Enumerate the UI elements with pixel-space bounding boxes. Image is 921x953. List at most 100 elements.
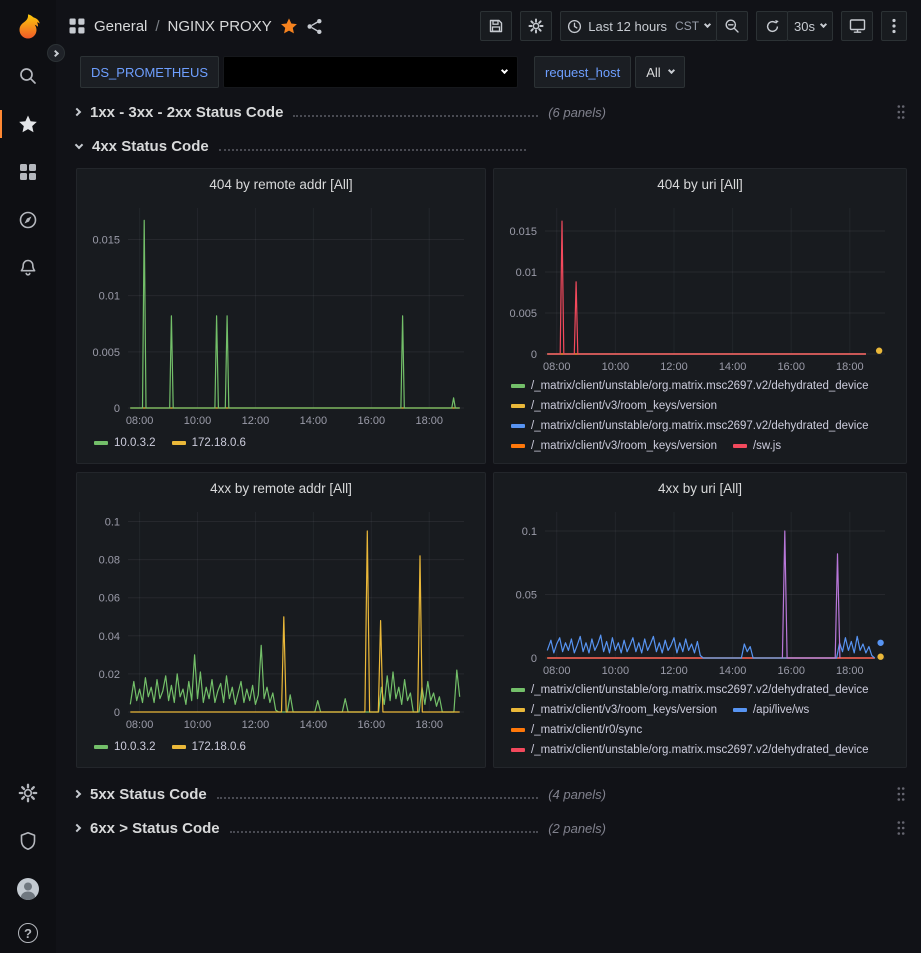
sidebar: ? <box>0 0 56 953</box>
legend-item[interactable]: /_matrix/client/unstable/org.matrix.msc2… <box>511 684 869 696</box>
legend-item[interactable]: /_matrix/client/v3/room_keys/version <box>511 440 717 452</box>
legend-series-label: 172.18.0.6 <box>192 437 246 449</box>
legend-series-swatch <box>511 384 525 388</box>
svg-text:10:00: 10:00 <box>602 665 630 677</box>
sidebar-item-profile[interactable] <box>0 865 56 913</box>
request-host-value: All <box>646 65 660 80</box>
chevron-right-icon <box>73 824 81 832</box>
panel-title[interactable]: 404 by uri [All] <box>501 172 899 196</box>
refresh-interval-select[interactable]: 30s <box>787 11 833 41</box>
request-host-label[interactable]: request_host <box>534 56 631 88</box>
legend-item[interactable]: /_matrix/client/v3/room_keys/version <box>511 400 717 412</box>
sidebar-item-server-admin[interactable] <box>0 817 56 865</box>
legend-item[interactable]: /_matrix/client/v3/room_keys/version <box>511 704 717 716</box>
panel-404-by-remote-addr: 404 by remote addr [All] 08:0010:0012:00… <box>76 168 486 464</box>
breadcrumb-section[interactable]: General <box>94 18 147 35</box>
chart-legend: 10.0.3.2 172.18.0.6 <box>84 430 478 456</box>
svg-text:0.01: 0.01 <box>516 267 537 279</box>
sidebar-expand-button[interactable] <box>47 44 65 62</box>
chevron-down-icon <box>704 21 711 28</box>
kebab-menu-icon <box>892 18 896 34</box>
legend-item[interactable]: 172.18.0.6 <box>172 741 246 753</box>
svg-text:10:00: 10:00 <box>602 361 630 373</box>
row-panel-count: (6 panels) <box>548 105 606 120</box>
legend-item[interactable]: /_matrix/client/r0/sync <box>511 724 642 736</box>
legend-item[interactable]: 10.0.3.2 <box>94 741 156 753</box>
page-title[interactable]: NGINX PROXY <box>168 18 272 35</box>
kiosk-mode-button[interactable] <box>841 11 873 41</box>
panel-title[interactable]: 4xx by remote addr [All] <box>84 476 478 500</box>
chevron-down-icon <box>75 140 83 148</box>
refresh-interval-label: 30s <box>794 19 815 34</box>
legend-series-label: 10.0.3.2 <box>114 437 156 449</box>
sidebar-item-dashboards[interactable] <box>0 148 56 196</box>
legend-series-swatch <box>511 708 525 712</box>
legend-item[interactable]: /api/live/ws <box>733 704 809 716</box>
legend-series-swatch <box>511 424 525 428</box>
row-header-4xx[interactable]: 4xx Status Code <box>76 132 906 160</box>
legend-series-label: /api/live/ws <box>753 704 809 716</box>
svg-text:0.06: 0.06 <box>99 593 120 605</box>
row-title: 4xx Status Code <box>92 138 209 155</box>
row-leader-dots <box>230 831 539 833</box>
zoom-out-button[interactable] <box>716 11 748 41</box>
legend-item[interactable]: /_matrix/client/unstable/org.matrix.msc2… <box>511 380 869 392</box>
row-leader-dots <box>219 149 526 151</box>
row-header-5xx[interactable]: 5xx Status Code (4 panels) <box>76 780 906 808</box>
sidebar-item-search[interactable] <box>0 52 56 100</box>
legend-row: 10.0.3.2 172.18.0.6 <box>94 430 478 456</box>
legend-series-label: /_matrix/client/unstable/org.matrix.msc2… <box>531 684 869 696</box>
svg-text:0: 0 <box>531 349 537 361</box>
variable-request-host: request_host All <box>534 56 685 88</box>
row-drag-handle[interactable] <box>896 104 906 120</box>
ds-prometheus-value-select[interactable] <box>223 56 518 88</box>
svg-text:08:00: 08:00 <box>126 719 154 731</box>
svg-text:0.005: 0.005 <box>509 308 537 320</box>
svg-text:08:00: 08:00 <box>543 665 571 677</box>
legend-row: /_matrix/client/unstable/org.matrix.msc2… <box>511 416 899 436</box>
chevron-down-icon <box>668 67 675 74</box>
row-drag-handle[interactable] <box>896 820 906 836</box>
legend-row: /_matrix/client/v3/room_keys/version <box>511 396 899 416</box>
svg-text:0.05: 0.05 <box>516 590 537 602</box>
clock-icon <box>567 19 582 34</box>
timeseries-chart[interactable]: 08:0010:0012:0014:0016:0018:0000.0050.01… <box>501 196 899 376</box>
row-drag-handle[interactable] <box>896 786 906 802</box>
panel-title[interactable]: 404 by remote addr [All] <box>84 172 478 196</box>
request-host-value-select[interactable]: All <box>635 56 684 88</box>
sidebar-item-help[interactable]: ? <box>0 913 56 953</box>
bell-icon <box>18 258 38 278</box>
row-header-6xx[interactable]: 6xx > Status Code (2 panels) <box>76 814 906 842</box>
row-leader-dots <box>217 797 538 799</box>
favorite-star-icon[interactable] <box>280 17 298 35</box>
panel-title[interactable]: 4xx by uri [All] <box>501 476 899 500</box>
legend-item[interactable]: /_matrix/client/unstable/org.matrix.msc2… <box>511 420 869 432</box>
chevron-right-icon <box>73 108 81 116</box>
legend-series-swatch <box>511 728 525 732</box>
timeseries-chart[interactable]: 08:0010:0012:0014:0016:0018:0000.0050.01… <box>84 196 478 430</box>
ds-prometheus-label[interactable]: DS_PROMETHEUS <box>80 56 219 88</box>
grafana-logo[interactable] <box>11 8 45 52</box>
row-header-1xx-3xx-2xx[interactable]: 1xx - 3xx - 2xx Status Code (6 panels) <box>76 98 906 126</box>
share-icon[interactable] <box>306 18 323 35</box>
time-range-picker[interactable]: Last 12 hours CST <box>560 11 717 41</box>
more-options-button[interactable] <box>881 11 907 41</box>
svg-text:0.015: 0.015 <box>509 226 537 238</box>
legend-item[interactable]: 10.0.3.2 <box>94 437 156 449</box>
timeseries-chart[interactable]: 08:0010:0012:0014:0016:0018:0000.020.040… <box>84 500 478 734</box>
refresh-button[interactable] <box>756 11 788 41</box>
sidebar-item-explore[interactable] <box>0 196 56 244</box>
timeseries-chart[interactable]: 08:0010:0012:0014:0016:0018:0000.050.1 <box>501 500 899 680</box>
dashboard-settings-button[interactable] <box>520 11 552 41</box>
legend-item[interactable]: 172.18.0.6 <box>172 437 246 449</box>
legend-item[interactable]: /sw.js <box>733 440 781 452</box>
sidebar-item-alerting[interactable] <box>0 244 56 292</box>
timezone-label: CST <box>675 19 699 33</box>
sidebar-item-starred[interactable] <box>0 100 56 148</box>
legend-item[interactable]: /_matrix/client/unstable/org.matrix.msc2… <box>511 744 869 756</box>
save-dashboard-button[interactable] <box>480 11 512 41</box>
sidebar-bottom-group: ? <box>0 769 56 953</box>
sidebar-item-settings[interactable] <box>0 769 56 817</box>
svg-text:08:00: 08:00 <box>126 415 154 427</box>
svg-text:12:00: 12:00 <box>660 361 688 373</box>
